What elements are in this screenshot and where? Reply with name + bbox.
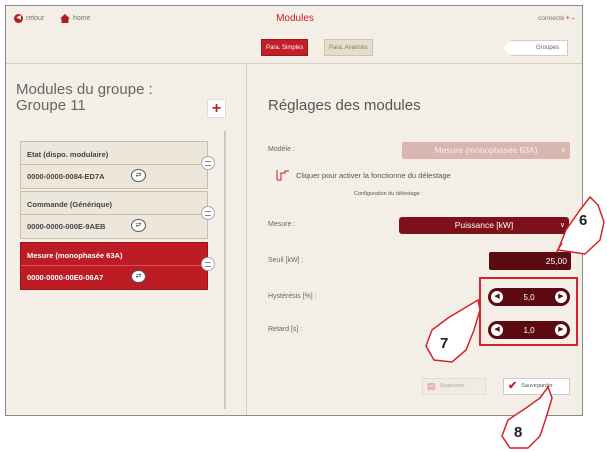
callout-hand-7 xyxy=(425,298,481,363)
callout-overlay xyxy=(425,195,605,449)
callout-number-6: 6 xyxy=(579,212,588,229)
callout-number-7: 7 xyxy=(440,335,449,352)
callout-hand-8 xyxy=(501,385,553,449)
callout-number-8: 8 xyxy=(514,424,523,441)
